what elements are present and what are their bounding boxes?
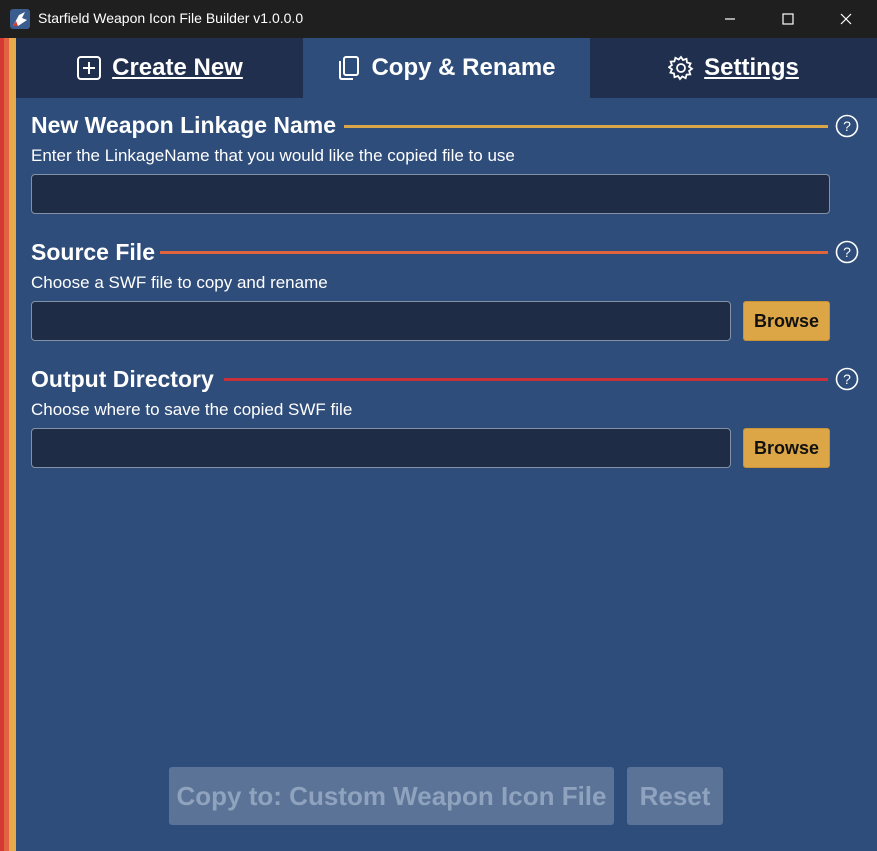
linkage-section-description: Enter the LinkageName that you would lik…	[31, 146, 515, 165]
tab-bar: Create New Copy & Rename Settings	[16, 38, 877, 98]
copy-to-custom-icon-button[interactable]: Copy to: Custom Weapon Icon File	[169, 767, 614, 825]
source-help-icon[interactable]: ?	[835, 240, 859, 264]
svg-text:?: ?	[843, 371, 851, 387]
close-icon	[840, 13, 852, 25]
linkage-section-divider	[344, 125, 828, 128]
source-section-divider	[160, 251, 828, 254]
output-directory-input[interactable]	[31, 428, 731, 468]
accent-stripes	[0, 38, 16, 851]
output-section-description: Choose where to save the copied SWF file	[31, 400, 353, 419]
close-button[interactable]	[817, 0, 875, 38]
reset-button[interactable]: Reset	[627, 767, 723, 825]
copy-icon	[339, 56, 360, 80]
title-bar: Starfield Weapon Icon File Builder v1.0.…	[0, 0, 877, 38]
minimize-icon	[725, 18, 735, 20]
tab-create-new-label: Create New	[112, 54, 243, 81]
output-section-title: Output Directory	[31, 366, 214, 392]
window-title: Starfield Weapon Icon File Builder v1.0.…	[38, 10, 304, 26]
maximize-icon	[782, 13, 794, 25]
source-browse-button[interactable]: Browse	[743, 301, 830, 341]
source-section-description: Choose a SWF file to copy and rename	[31, 273, 328, 292]
tab-create-new[interactable]: Create New	[16, 38, 303, 98]
minimize-button[interactable]	[701, 0, 759, 38]
source-file-input[interactable]	[31, 301, 731, 341]
tab-settings-label: Settings	[704, 54, 799, 81]
gear-icon	[668, 55, 694, 81]
linkage-name-input[interactable]	[31, 174, 830, 214]
tab-copy-rename-label: Copy & Rename	[371, 54, 556, 81]
linkage-section-title: New Weapon Linkage Name	[31, 112, 337, 138]
app-logo-icon	[10, 9, 30, 29]
tab-copy-rename[interactable]: Copy & Rename	[303, 38, 590, 98]
svg-text:?: ?	[843, 118, 851, 134]
tab-settings[interactable]: Settings	[590, 38, 877, 98]
output-browse-button[interactable]: Browse	[743, 428, 830, 468]
output-help-icon[interactable]: ?	[835, 367, 859, 391]
accent-stripe-gold	[9, 38, 16, 851]
maximize-button[interactable]	[759, 0, 817, 38]
plus-square-icon	[77, 56, 102, 80]
output-section-divider	[224, 378, 828, 381]
svg-text:?: ?	[843, 244, 851, 260]
linkage-help-icon[interactable]: ?	[835, 114, 859, 138]
source-section-title: Source File	[31, 239, 155, 265]
